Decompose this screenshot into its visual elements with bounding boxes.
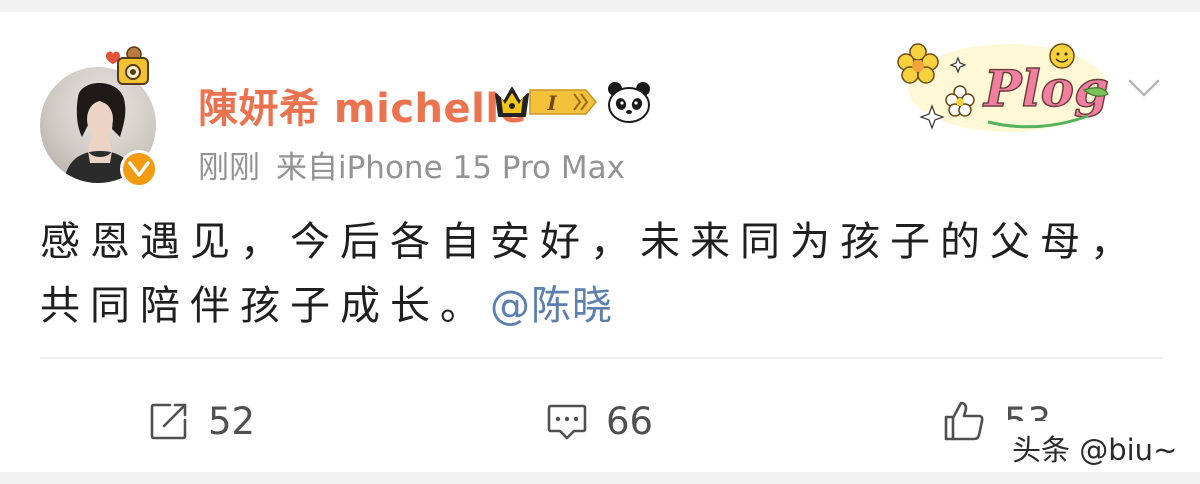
comment-icon xyxy=(547,404,587,440)
post-meta: 刚刚 来自iPhone 15 Pro Max xyxy=(198,142,625,187)
post-source: 来自iPhone 15 Pro Max xyxy=(276,150,625,186)
vip-level-label: I xyxy=(546,91,557,115)
plog-sticker: Plog xyxy=(897,43,1110,132)
repost-icon xyxy=(150,403,187,440)
post-content: 感恩遇见，今后各自安好，未来同为孩子的父母，共同陪伴孩子成长。@陈晓 xyxy=(40,210,1160,338)
panda-emoji-icon xyxy=(608,82,650,123)
avatar-decoration-icon xyxy=(106,46,149,85)
chevron-down-icon[interactable] xyxy=(1126,76,1162,100)
flower-icon xyxy=(897,43,939,84)
divider xyxy=(40,357,1162,359)
comment-count: 66 xyxy=(606,399,654,443)
like-icon xyxy=(944,401,984,441)
smiley-icon xyxy=(1049,43,1075,69)
repost-button[interactable]: 52 xyxy=(148,398,255,444)
post-time: 刚刚 xyxy=(198,150,260,186)
mention-link[interactable]: @陈晓 xyxy=(490,283,613,329)
weibo-post-card: 陳妍希 michelle I 刚刚 来自iPhone 15 Pro Max Pl… xyxy=(0,12,1200,472)
verified-badge xyxy=(120,150,158,188)
crown-icon xyxy=(495,87,529,117)
repost-count: 52 xyxy=(208,399,256,443)
username[interactable]: 陳妍希 michelle xyxy=(198,76,527,134)
vip-badge[interactable]: I xyxy=(494,82,598,122)
watermark: 头条 @biu~ xyxy=(988,424,1200,472)
comment-button[interactable]: 66 xyxy=(546,398,653,444)
verified-icon xyxy=(128,161,150,177)
